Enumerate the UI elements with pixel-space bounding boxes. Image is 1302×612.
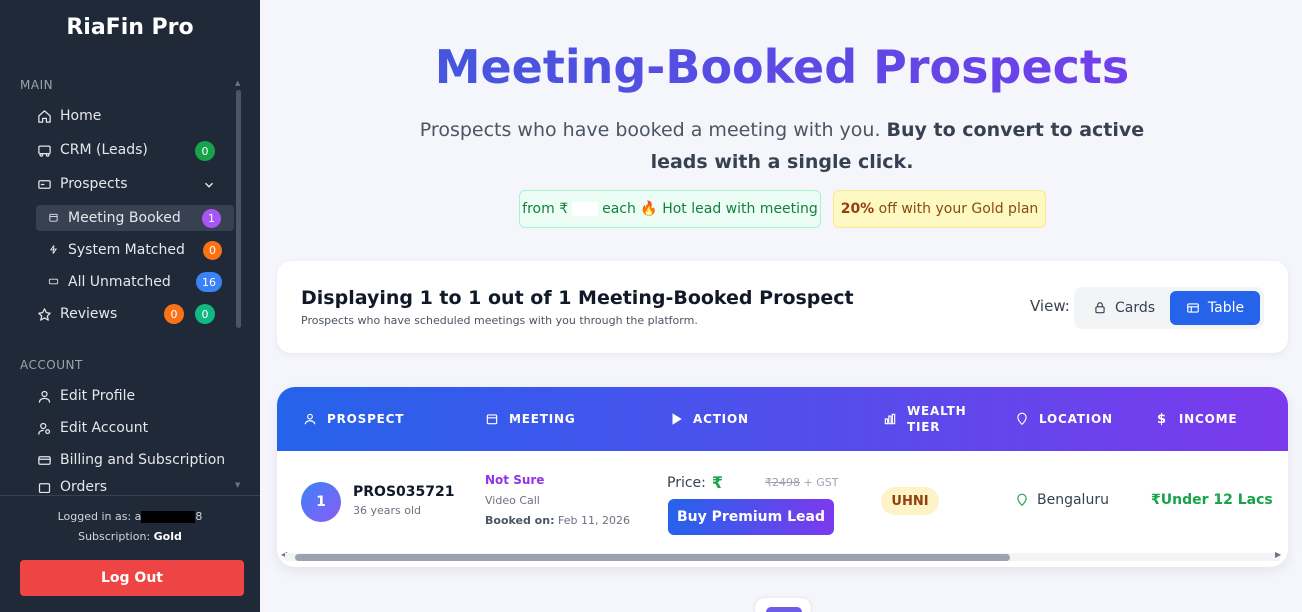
sidebar-item-orders[interactable]: Orders: [36, 479, 107, 493]
system-matched-badge: 0: [203, 241, 222, 260]
results-count-title: Displaying 1 to 1 out of 1 Meeting-Booke…: [301, 287, 854, 309]
results-subtitle: Prospects who have scheduled meetings wi…: [301, 314, 698, 327]
chevron-down-icon[interactable]: [202, 177, 216, 191]
meeting-status: Not Sure: [485, 473, 545, 487]
user-icon: [304, 413, 316, 425]
prospect-id: PROS035721: [353, 484, 455, 500]
home-icon: [36, 108, 52, 124]
section-title-main: MAIN: [20, 78, 54, 92]
column-header-action: ACTION: [669, 387, 749, 451]
section-title-account: ACCOUNT: [20, 358, 83, 372]
box-icon: [36, 479, 52, 493]
meeting-booked-badge: 1: [202, 209, 221, 228]
summary-card: Displaying 1 to 1 out of 1 Meeting-Booke…: [277, 261, 1288, 353]
sidebar-item-home[interactable]: Home: [36, 103, 101, 129]
dollar-icon: $: [1157, 411, 1167, 427]
view-label: View:: [1030, 297, 1070, 315]
calendar-icon: [48, 212, 60, 224]
table-horizontal-scrollbar[interactable]: [285, 553, 1280, 561]
sidebar-item-label: CRM (Leads): [60, 142, 148, 158]
truck-icon: [36, 142, 52, 158]
sidebar-item-prospects[interactable]: Prospects: [36, 171, 127, 197]
wealth-tier-badge: UHNI: [881, 487, 939, 515]
scroll-down-arrow[interactable]: ▼: [235, 481, 240, 489]
sidebar-item-edit-account[interactable]: Edit Account: [36, 415, 148, 441]
rupee-icon: ₹: [711, 473, 724, 492]
sidebar-item-label: Billing and Subscription: [60, 452, 226, 468]
sidebar-item-label: Orders: [60, 479, 108, 493]
card-icon: [48, 276, 60, 288]
sidebar-item-label: Reviews: [60, 306, 118, 322]
meeting-type: Video Call: [485, 494, 540, 507]
sidebar-item-crm[interactable]: CRM (Leads): [36, 137, 148, 163]
subscription-text: Subscription: Gold: [78, 530, 182, 543]
column-header-prospect: PROSPECT: [303, 387, 404, 451]
price-redacted: [572, 202, 599, 216]
column-header-income: $ INCOME: [1157, 411, 1238, 427]
price-pill: from ₹ each 🔥 Hot lead with meeting: [519, 190, 821, 228]
crm-count-badge: 0: [195, 141, 215, 161]
play-icon: [672, 413, 682, 425]
sidebar: RiaFin Pro MAIN Home CRM (Leads) 0 Prosp…: [0, 0, 260, 612]
sidebar-item-label: Edit Profile: [60, 388, 136, 404]
prospect-income: ₹Under 12 Lacs: [1151, 492, 1273, 508]
all-unmatched-badge: 16: [196, 272, 222, 292]
column-header-location: LOCATION: [1015, 387, 1113, 451]
map-pin-icon: [1017, 412, 1027, 426]
original-price: ₹2498 + GST: [765, 476, 839, 489]
meeting-booked-date: Booked on: Feb 11, 2026: [485, 514, 630, 527]
map-pin-icon: [1017, 493, 1027, 507]
sidebar-item-label: All Unmatched: [68, 274, 171, 290]
redacted-username: [141, 511, 196, 523]
table-header: PROSPECT MEETING ACTION WEALTH TIER LOCAT…: [277, 387, 1288, 451]
sidebar-item-label: Edit Account: [60, 420, 149, 436]
reviews-badge-pending: 0: [164, 304, 184, 324]
column-header-meeting: MEETING: [485, 387, 575, 451]
buy-premium-lead-button[interactable]: Buy Premium Lead: [668, 499, 834, 535]
page-title: Meeting-Booked Prospects: [276, 40, 1288, 94]
pagination-current-page[interactable]: [766, 607, 802, 612]
price-label: Price: ₹: [667, 473, 724, 492]
sidebar-item-label: System Matched: [68, 242, 185, 258]
prospects-table: PROSPECT MEETING ACTION WEALTH TIER LOCAT…: [277, 387, 1288, 567]
page-subtitle: Prospects who have booked a meeting with…: [419, 119, 1145, 173]
logged-in-text: Logged in as: a8: [57, 510, 203, 523]
sidebar-item-edit-profile[interactable]: Edit Profile: [36, 383, 135, 409]
user-cog-icon: [36, 420, 52, 436]
credit-card-icon: [36, 452, 52, 468]
star-icon: [36, 306, 52, 322]
user-icon: [36, 388, 52, 404]
brand-logo: RiaFin Pro: [66, 15, 194, 40]
sidebar-item-billing[interactable]: Billing and Subscription: [36, 447, 225, 473]
sidebar-item-label: Home: [60, 108, 102, 124]
discount-pill: 20% off with your Gold plan: [833, 190, 1046, 228]
view-toggle: Cards Table: [1074, 287, 1264, 329]
table-view-button[interactable]: Table: [1170, 291, 1260, 325]
scroll-up-arrow[interactable]: ▲: [235, 79, 240, 87]
logout-button[interactable]: Log Out: [20, 560, 244, 596]
sidebar-scrollbar[interactable]: [236, 90, 241, 328]
id-card-icon: [36, 176, 52, 192]
sidebar-item-label: Meeting Booked: [68, 210, 181, 226]
calendar-icon: [486, 414, 498, 425]
prospect-location: Bengaluru: [1015, 492, 1109, 508]
scroll-right-arrow[interactable]: ▶: [1275, 550, 1281, 559]
row-index-badge: 1: [301, 482, 341, 522]
cards-view-button[interactable]: Cards: [1080, 291, 1168, 325]
bolt-icon: [48, 244, 60, 256]
reviews-badge-approved: 0: [195, 304, 215, 324]
column-header-wealth-tier: WEALTH TIER: [883, 387, 966, 451]
table-icon: [1187, 303, 1199, 313]
lock-icon: [1095, 302, 1105, 314]
prospect-age: 36 years old: [353, 504, 422, 517]
sidebar-item-label: Prospects: [60, 176, 128, 192]
sidebar-item-reviews[interactable]: Reviews: [36, 301, 117, 327]
scrollbar-thumb[interactable]: [295, 554, 1010, 561]
bar-chart-icon: [884, 413, 896, 425]
